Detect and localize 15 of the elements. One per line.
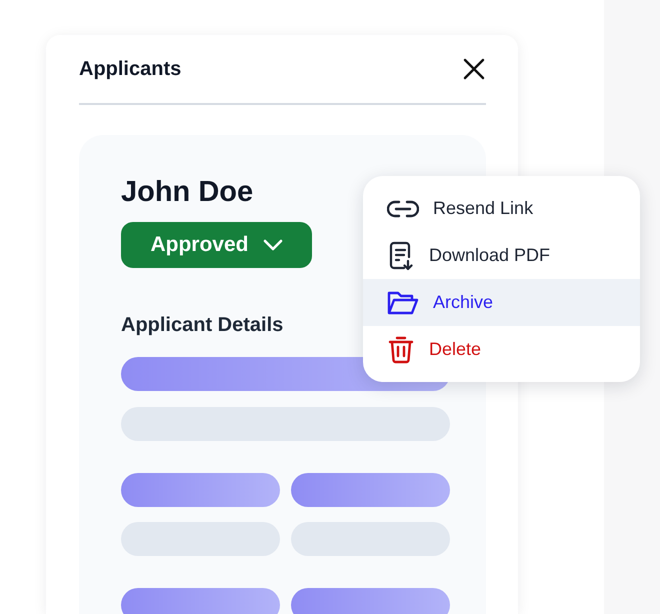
close-button[interactable] [462,57,486,81]
close-icon [462,57,486,81]
caret-icon [262,238,282,251]
menu-item[interactable]: Download PDF [363,232,640,279]
document-download-icon [387,240,415,270]
panel-title: Applicants [79,57,182,82]
menu-item[interactable]: Resend Link [363,185,640,232]
folder-icon [387,290,419,316]
applicant-name: John Doe [121,175,254,210]
status-dropdown[interactable]: Approved [121,222,312,268]
section-title: Applicant Details [121,312,284,338]
menu-item[interactable]: Delete [363,326,640,373]
link-icon [387,198,419,218]
menu-item[interactable]: Archive [363,279,640,326]
trash-icon [387,336,415,364]
